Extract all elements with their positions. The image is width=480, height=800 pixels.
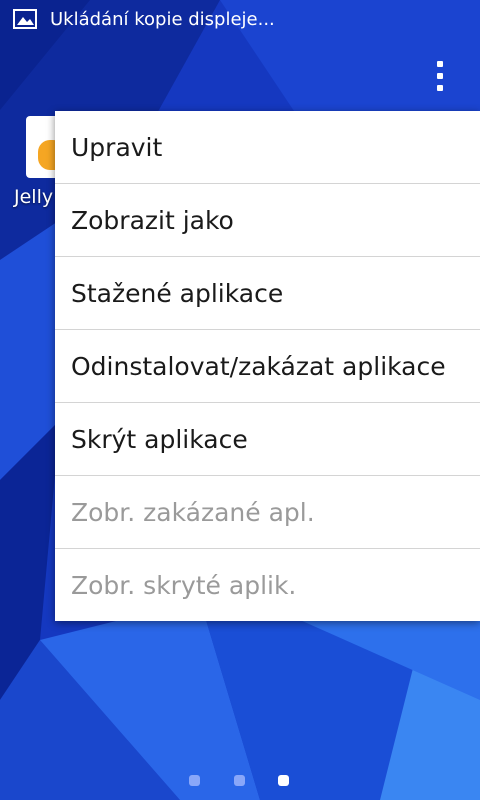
page-dot[interactable] (234, 774, 245, 786)
options-menu: Upravit Zobrazit jako Stažené aplikace O… (55, 111, 480, 621)
menu-item-zobrazit-jako[interactable]: Zobrazit jako (55, 184, 480, 257)
menu-item-odinstalovat-zakazat[interactable]: Odinstalovat/zakázat aplikace (55, 330, 480, 403)
app-label: Jelly (14, 186, 54, 208)
page-dot[interactable] (189, 774, 200, 786)
page-dot-active[interactable] (278, 774, 289, 786)
menu-item-upravit[interactable]: Upravit (55, 111, 480, 184)
image-icon (12, 8, 38, 30)
status-bar: Ukládání kopie displeje... (0, 0, 480, 38)
menu-item-stazene-aplikace[interactable]: Stažené aplikace (55, 257, 480, 330)
more-vert-icon-dot (437, 73, 443, 79)
status-notification-text: Ukládání kopie displeje... (50, 8, 275, 30)
menu-item-zobr-zakazane: Zobr. zakázané apl. (55, 476, 480, 549)
menu-item-skryt-aplikace[interactable]: Skrýt aplikace (55, 403, 480, 476)
more-vert-icon (437, 61, 443, 67)
more-vert-icon-dot (437, 85, 443, 91)
page-indicator (0, 772, 480, 788)
home-screen: Ukládání kopie displeje... Jelly Upravit… (0, 0, 480, 800)
menu-item-zobr-skryte: Zobr. skryté aplik. (71, 570, 297, 600)
overflow-menu-button[interactable] (420, 52, 460, 100)
